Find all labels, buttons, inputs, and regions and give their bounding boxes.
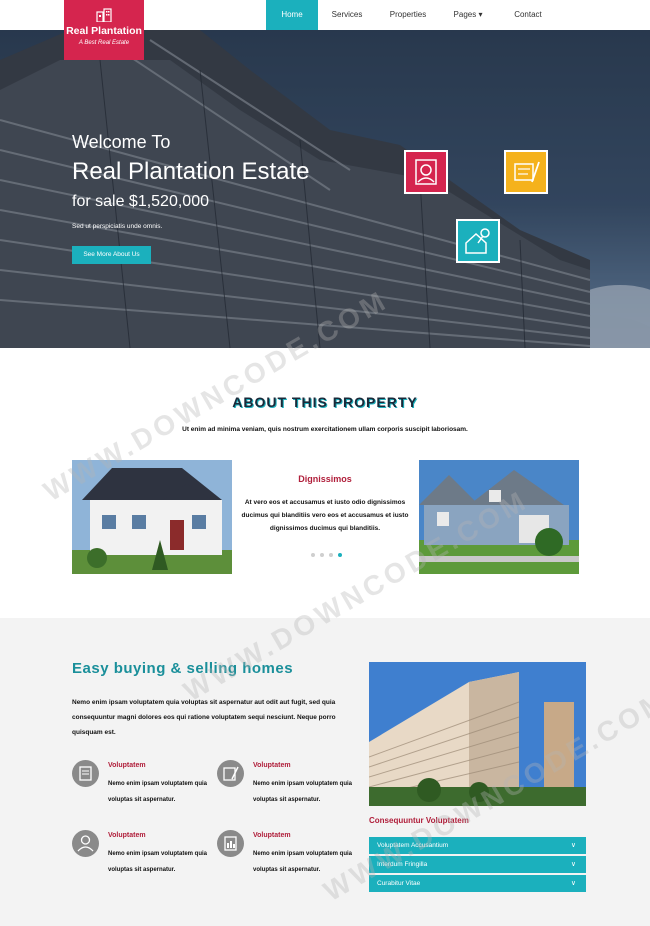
about-intro: Ut enim ad minima veniam, quis nostrum e… bbox=[182, 426, 468, 433]
house-image-left bbox=[72, 460, 232, 574]
accordion-item[interactable]: Voluptatem Accusantium ∨ bbox=[369, 837, 586, 854]
apartment-tower-image bbox=[369, 662, 586, 806]
house-key-icon-glyph bbox=[465, 228, 490, 254]
hero-welcome: Welcome To bbox=[72, 132, 171, 152]
chevron-down-icon: ∨ bbox=[570, 842, 576, 849]
nav-home[interactable]: Home bbox=[266, 0, 318, 30]
easy-buying-section: Easy buying & selling homes Nemo enim ip… bbox=[0, 618, 650, 926]
feature-text: Nemo enim ipsam voluptatem quia voluptas… bbox=[108, 781, 208, 803]
feature-text: Nemo enim ipsam voluptatem quia voluptas… bbox=[253, 851, 353, 873]
architect-icon-glyph bbox=[415, 159, 437, 185]
house-key-icon[interactable] bbox=[456, 219, 500, 263]
feature-item: Voluptatem Nemo enim ipsam voluptatem qu… bbox=[217, 760, 357, 810]
carousel-dot[interactable] bbox=[329, 553, 333, 557]
logo-title: Real Plantation bbox=[66, 25, 142, 37]
architect-icon[interactable] bbox=[404, 150, 448, 194]
blueprint-icon[interactable] bbox=[504, 150, 548, 194]
feature-item: Voluptatem Nemo enim ipsam voluptatem qu… bbox=[217, 830, 357, 880]
chevron-down-icon: ∨ bbox=[570, 880, 576, 887]
accordion-item[interactable]: Curabitur Vitae ∨ bbox=[369, 875, 586, 892]
nav-contact[interactable]: Contact bbox=[496, 0, 560, 30]
house-image-right bbox=[419, 460, 579, 574]
report-icon bbox=[217, 830, 244, 857]
feature-title: Voluptatem bbox=[253, 832, 291, 839]
nav-services[interactable]: Services bbox=[318, 0, 376, 30]
site-logo[interactable]: Real Plantation A Best Real Estate bbox=[64, 0, 144, 60]
white-house-photo bbox=[72, 460, 232, 574]
hero-building-image bbox=[0, 30, 650, 348]
feature-title: Voluptatem bbox=[253, 762, 291, 769]
see-more-button[interactable]: See More About Us bbox=[72, 246, 151, 264]
about-section: ABOUT THIS PROPERTY Ut enim ad minima ve… bbox=[0, 348, 650, 618]
about-title: ABOUT THIS PROPERTY bbox=[232, 394, 418, 410]
easy-description: Nemo enim ipsam voluptatem quia voluptas… bbox=[72, 699, 336, 736]
blueprint-icon-glyph bbox=[514, 161, 540, 183]
agent-icon bbox=[72, 830, 99, 857]
accordion-item-label: Interdum Fringilla bbox=[377, 861, 428, 868]
easy-title: Easy buying & selling homes bbox=[72, 660, 294, 677]
accordion-title: Consequuntur Voluptatem bbox=[369, 816, 469, 825]
feature-text: Nemo enim ipsam voluptatem quia voluptas… bbox=[108, 851, 208, 873]
hero-title: Real Plantation Estate bbox=[72, 158, 310, 185]
carousel-dot[interactable] bbox=[311, 553, 315, 557]
about-center-text: At vero eos et accusamus et iusto odio d… bbox=[241, 499, 409, 532]
feature-title: Voluptatem bbox=[108, 832, 146, 839]
accordion-item-label: Voluptatem Accusantium bbox=[377, 842, 449, 849]
accordion-item-label: Curabitur Vitae bbox=[377, 880, 421, 887]
main-menu: Home Services Properties Pages ▾ Contact bbox=[266, 0, 560, 30]
about-center-content: Dignissimos At vero eos et accusamus et … bbox=[240, 474, 410, 535]
chevron-down-icon: ∨ bbox=[570, 861, 576, 868]
nav-properties[interactable]: Properties bbox=[376, 0, 440, 30]
contract-icon bbox=[217, 760, 244, 787]
apartment-photo bbox=[369, 662, 586, 806]
document-icon bbox=[72, 760, 99, 787]
hero-price: for sale $1,520,000 bbox=[72, 193, 209, 210]
building-icon bbox=[96, 8, 112, 22]
carousel-dot[interactable] bbox=[320, 553, 324, 557]
feature-item: Voluptatem Nemo enim ipsam voluptatem qu… bbox=[72, 830, 212, 880]
nav-pages-dropdown[interactable]: Pages ▾ bbox=[440, 0, 496, 30]
feature-item: Voluptatem Nemo enim ipsam voluptatem qu… bbox=[72, 760, 212, 810]
hero-banner: Welcome To Real Plantation Estate for sa… bbox=[0, 30, 650, 348]
blue-house-photo bbox=[419, 460, 579, 574]
carousel-dots bbox=[311, 553, 342, 557]
about-center-title: Dignissimos bbox=[298, 474, 352, 484]
accordion-item[interactable]: Interdum Fringilla ∨ bbox=[369, 856, 586, 873]
feature-text: Nemo enim ipsam voluptatem quia voluptas… bbox=[253, 781, 353, 803]
page: Home Services Properties Pages ▾ Contact… bbox=[0, 0, 650, 926]
logo-subtitle: A Best Real Estate bbox=[78, 40, 130, 46]
carousel-dot-active[interactable] bbox=[338, 553, 342, 557]
hero-description: Sed ut perspiciatis unde omnis. bbox=[72, 223, 163, 230]
feature-title: Voluptatem bbox=[108, 762, 146, 769]
